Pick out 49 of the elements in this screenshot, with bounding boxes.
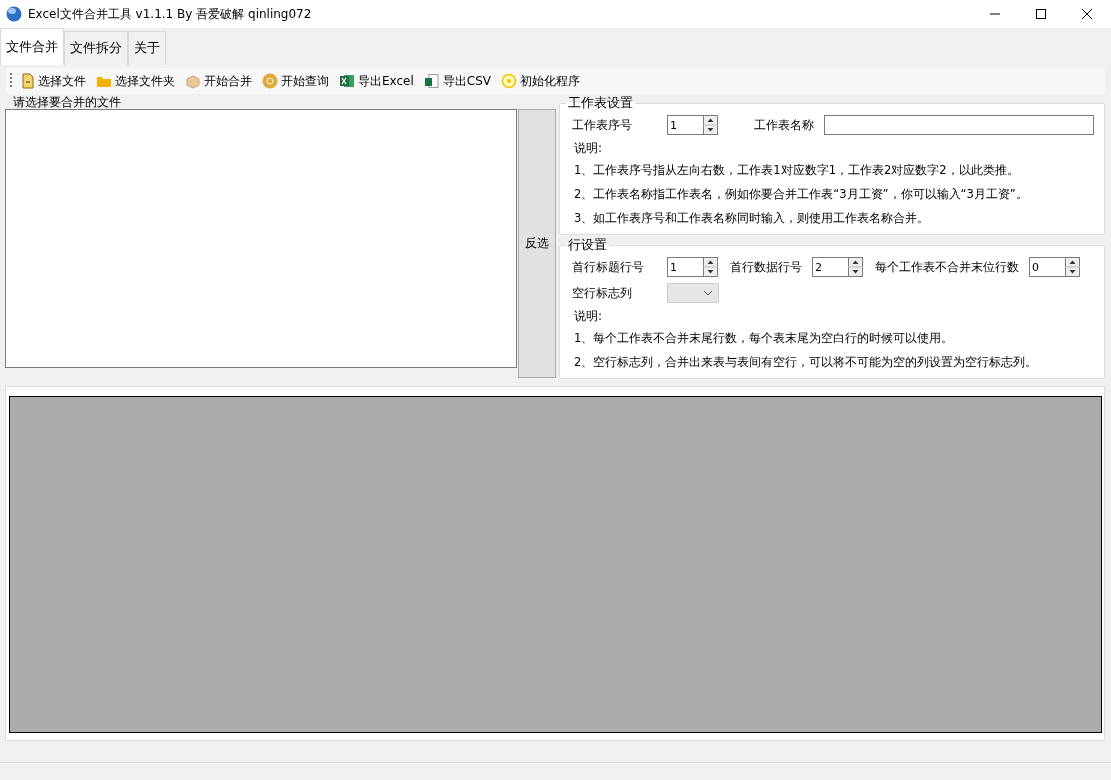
globe-icon: [6, 6, 22, 22]
spinner-icon[interactable]: [703, 257, 718, 277]
toolbar-button[interactable]: 选择文件: [19, 72, 88, 90]
tab[interactable]: 文件拆分: [64, 31, 128, 65]
toolbar-button[interactable]: 导出Excel: [337, 72, 416, 90]
reset-icon: [501, 73, 517, 89]
number-field[interactable]: 1: [667, 115, 703, 135]
note-text: 1、每个工作表不合并末尾行数，每个表末尾为空白行的时候可以使用。: [573, 330, 955, 347]
note-text: 2、工作表名称指工作表名，例如你要合并工作表“3月工资”，你可以输入“3月工资”。: [573, 186, 1029, 203]
maximize-icon[interactable]: [1035, 8, 1047, 20]
chevron-icon: [703, 290, 713, 296]
field-label: 工作表序号: [572, 116, 633, 134]
invert-button[interactable]: 反选: [518, 109, 556, 378]
note-text: 2、空行标志列，合并出来表与表间有空行，可以将不可能为空的列设置为空行标志列。: [573, 354, 1039, 371]
text-field[interactable]: [824, 115, 1094, 135]
grip-icon[interactable]: [10, 73, 13, 89]
group-title: 行设置: [567, 237, 608, 254]
group-title: 请选择要合并的文件: [12, 95, 122, 109]
close-icon[interactable]: [1081, 8, 1093, 20]
notes-title: 说明:: [573, 140, 604, 157]
field-label: 首行数据行号: [730, 258, 802, 276]
toolbar-button[interactable]: 选择文件夹: [94, 72, 177, 90]
field-label: 工作表名称: [754, 116, 814, 134]
number-field[interactable]: 0: [1029, 257, 1065, 277]
spinner-icon[interactable]: [703, 115, 718, 135]
note-text: 3、如工作表序号和工作表名称同时输入，则使用工作表名称合并。: [573, 210, 931, 227]
field-label: 首行标题行号: [572, 258, 645, 276]
field-label: 空行标志列: [572, 284, 633, 302]
document-icon: [21, 73, 35, 89]
spinner-icon[interactable]: [1065, 257, 1080, 277]
toolbar-button[interactable]: 开始合并: [183, 72, 254, 90]
sheet-icon: [423, 73, 440, 89]
window-title: Excel文件合并工具 v1.1.1 By 吾爱破解 qinling072: [28, 5, 312, 23]
notes-title: 说明:: [573, 308, 604, 325]
number-field[interactable]: 1: [667, 257, 703, 277]
note-text: 1、工作表序号指从左向右数，工作表1对应数字1，工作表2对应数字2，以此类推。: [573, 162, 1020, 179]
number-field[interactable]: 2: [812, 257, 848, 277]
spinner-icon[interactable]: [848, 257, 863, 277]
field-label: 每个工作表不合并末位行数: [875, 258, 1019, 276]
box-icon: [185, 73, 201, 89]
folder-icon: [96, 74, 112, 88]
spreadsheet-icon: [339, 73, 355, 89]
group-title: 工作表设置: [567, 95, 634, 112]
tab[interactable]: 关于: [128, 31, 166, 65]
toolbar-button[interactable]: 导出CSV: [421, 72, 493, 90]
tab[interactable]: 文件合并: [0, 28, 64, 65]
toolbar-button[interactable]: 开始查询: [260, 72, 331, 90]
coin-icon: [262, 73, 278, 89]
toolbar-button[interactable]: 初始化程序: [499, 72, 582, 90]
